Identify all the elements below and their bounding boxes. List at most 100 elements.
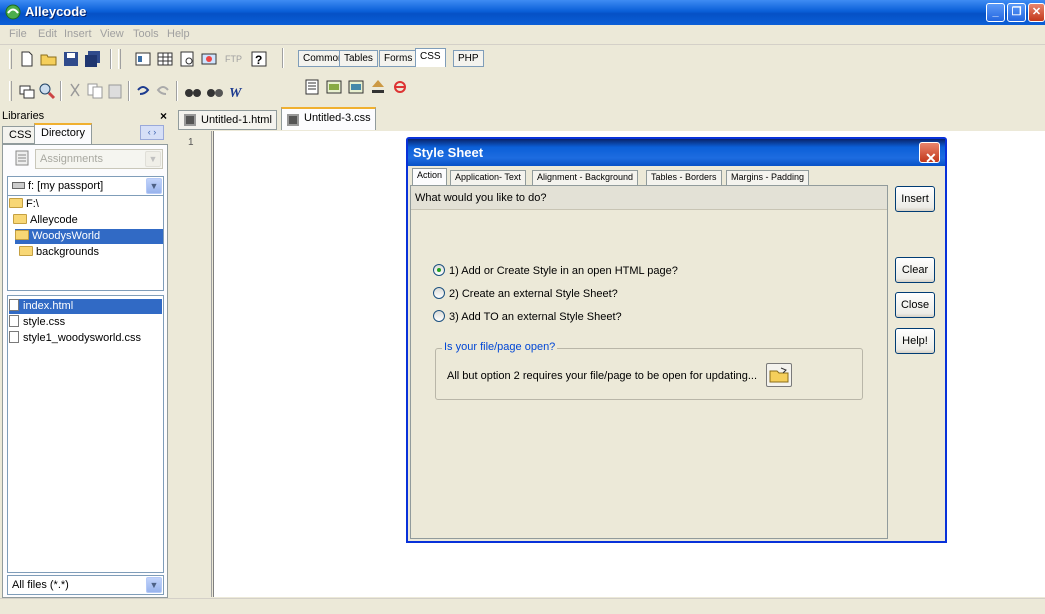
document-tab-icon	[184, 114, 196, 126]
undo-icon[interactable]	[134, 82, 152, 100]
tab-alignment-background[interactable]: Alignment - Background	[532, 170, 639, 186]
tab-untitled-1-html[interactable]: Untitled-1.html	[178, 110, 277, 130]
ftp-button[interactable]: FTP	[225, 54, 242, 64]
folder-open-icon	[9, 198, 23, 208]
folder-label: F:\	[26, 198, 39, 210]
save-all-icon[interactable]	[84, 50, 102, 68]
drive-icon	[12, 182, 25, 189]
layout-icon[interactable]	[134, 50, 152, 68]
radio-button-selected[interactable]	[433, 264, 445, 276]
open-folder-icon[interactable]	[40, 50, 58, 68]
menu-file[interactable]: File	[9, 28, 27, 40]
word-wrap-icon[interactable]: W	[228, 82, 246, 100]
redo-icon[interactable]	[154, 82, 172, 100]
option-add-or-create[interactable]: 1) Add or Create Style in an open HTML p…	[433, 264, 678, 280]
option-label: 1) Add or Create Style in an open HTML p…	[449, 265, 678, 277]
file-item[interactable]: style1_woodysworld.css	[9, 331, 141, 346]
save-icon[interactable]	[62, 50, 80, 68]
cut-icon[interactable]	[66, 82, 84, 100]
folder-item[interactable]: Alleycode	[13, 213, 78, 228]
tab-tables[interactable]: Tables	[339, 50, 378, 67]
find-replace-icon[interactable]	[206, 82, 224, 100]
menu-bar: File Edit Insert View Tools Help	[0, 25, 1045, 45]
file-filter-value: All files (*.*)	[12, 579, 69, 591]
line-number: 1	[188, 137, 194, 148]
restore-button[interactable]: ❐	[1007, 3, 1026, 22]
table-view-icon[interactable]	[156, 50, 174, 68]
file-label: index.html	[23, 300, 74, 312]
status-bar	[0, 598, 1045, 614]
minimize-button[interactable]: _	[986, 3, 1005, 22]
tab-tables-borders[interactable]: Tables - Borders	[646, 170, 722, 186]
option-add-to-external[interactable]: 3) Add TO an external Style Sheet?	[433, 310, 622, 326]
svg-text:W: W	[229, 86, 243, 100]
option-label: 2) Create an external Style Sheet?	[449, 288, 618, 300]
radio-button[interactable]	[433, 287, 445, 299]
chevron-down-icon: ▼	[146, 178, 162, 194]
tab-css[interactable]: CSS	[415, 48, 446, 67]
tab-forms[interactable]: Forms	[379, 50, 418, 67]
folder-label: WoodysWorld	[32, 230, 101, 242]
help-button[interactable]: Help!	[895, 328, 935, 354]
css-class-icon[interactable]	[325, 78, 343, 96]
radio-button[interactable]	[433, 310, 445, 322]
open-file-button[interactable]	[766, 363, 792, 387]
dialog-title: Style Sheet	[413, 145, 484, 160]
toolbar-separator	[176, 81, 178, 101]
folder-item[interactable]: backgrounds	[19, 245, 99, 260]
find-icon[interactable]	[184, 82, 202, 100]
libraries-close-icon[interactable]: ×	[160, 109, 167, 123]
close-button[interactable]: ✕	[1028, 3, 1045, 22]
browser-icon[interactable]	[200, 50, 218, 68]
preview-icon[interactable]	[178, 50, 196, 68]
toolbar-grip	[118, 49, 121, 69]
assignments-placeholder: Assignments	[40, 153, 103, 165]
style-sheet-dialog: Style Sheet ✕ Action Application- Text A…	[406, 137, 947, 543]
tab-margins-padding[interactable]: Margins - Padding	[726, 170, 810, 186]
question-header: What would you like to do?	[411, 186, 887, 210]
search-icon[interactable]	[38, 82, 56, 100]
option-create-external[interactable]: 2) Create an external Style Sheet?	[433, 287, 618, 303]
menu-edit[interactable]: Edit	[38, 28, 57, 40]
file-open-groupbox: Is your file/page open? All but option 2…	[435, 341, 863, 400]
clear-button[interactable]: Clear	[895, 257, 935, 283]
dialog-close-button[interactable]: ✕	[919, 142, 940, 166]
help-icon[interactable]: ?	[250, 50, 268, 68]
tab-action[interactable]: Action	[412, 168, 448, 186]
toolbar-file: FTP ?	[0, 46, 280, 72]
insert-button[interactable]: Insert	[895, 186, 935, 212]
window-icon[interactable]	[18, 82, 36, 100]
menu-view[interactable]: View	[100, 28, 124, 40]
css-style-icon[interactable]	[303, 78, 321, 96]
libraries-title: Libraries	[2, 110, 45, 122]
file-item[interactable]: style.css	[9, 315, 65, 330]
toolbar-edit: W	[0, 78, 280, 104]
menu-help[interactable]: Help	[167, 28, 190, 40]
tab-untitled-3-css[interactable]: Untitled-3.css	[281, 107, 376, 130]
folder-item[interactable]: F:\	[9, 197, 39, 212]
drive-dropdown[interactable]: f: [my passport] ▼	[7, 176, 164, 196]
file-filter-dropdown[interactable]: All files (*.*) ▼	[7, 575, 164, 595]
file-label: style.css	[23, 316, 66, 328]
tab-application-text[interactable]: Application- Text	[450, 170, 526, 186]
assignments-dropdown[interactable]: Assignments ▼	[35, 149, 163, 169]
menu-tools[interactable]: Tools	[133, 28, 159, 40]
color-icon[interactable]	[391, 78, 409, 96]
file-icon	[9, 331, 19, 343]
tab-php[interactable]: PHP	[453, 50, 484, 67]
file-item-selected[interactable]: index.html	[9, 299, 162, 314]
file-list[interactable]: index.html style.css style1_woodysworld.…	[7, 295, 164, 573]
css-link-icon[interactable]	[347, 78, 365, 96]
upload-icon[interactable]	[369, 78, 387, 96]
new-file-icon[interactable]	[18, 50, 36, 68]
paste-icon[interactable]	[106, 82, 124, 100]
close-dialog-button[interactable]: Close	[895, 292, 935, 318]
folder-list[interactable]: F:\ Alleycode WoodysWorld backgrounds	[7, 195, 164, 291]
file-label: style1_woodysworld.css	[23, 332, 141, 344]
tab-scroll-arrows[interactable]: ‹ ›	[140, 125, 164, 140]
tab-directory[interactable]: Directory	[34, 123, 93, 144]
copy-icon[interactable]	[86, 82, 104, 100]
directory-pane: Assignments ▼ f: [my passport] ▼ F:\ All…	[2, 144, 168, 598]
folder-item-selected[interactable]: WoodysWorld	[15, 229, 163, 244]
menu-insert[interactable]: Insert	[64, 28, 92, 40]
